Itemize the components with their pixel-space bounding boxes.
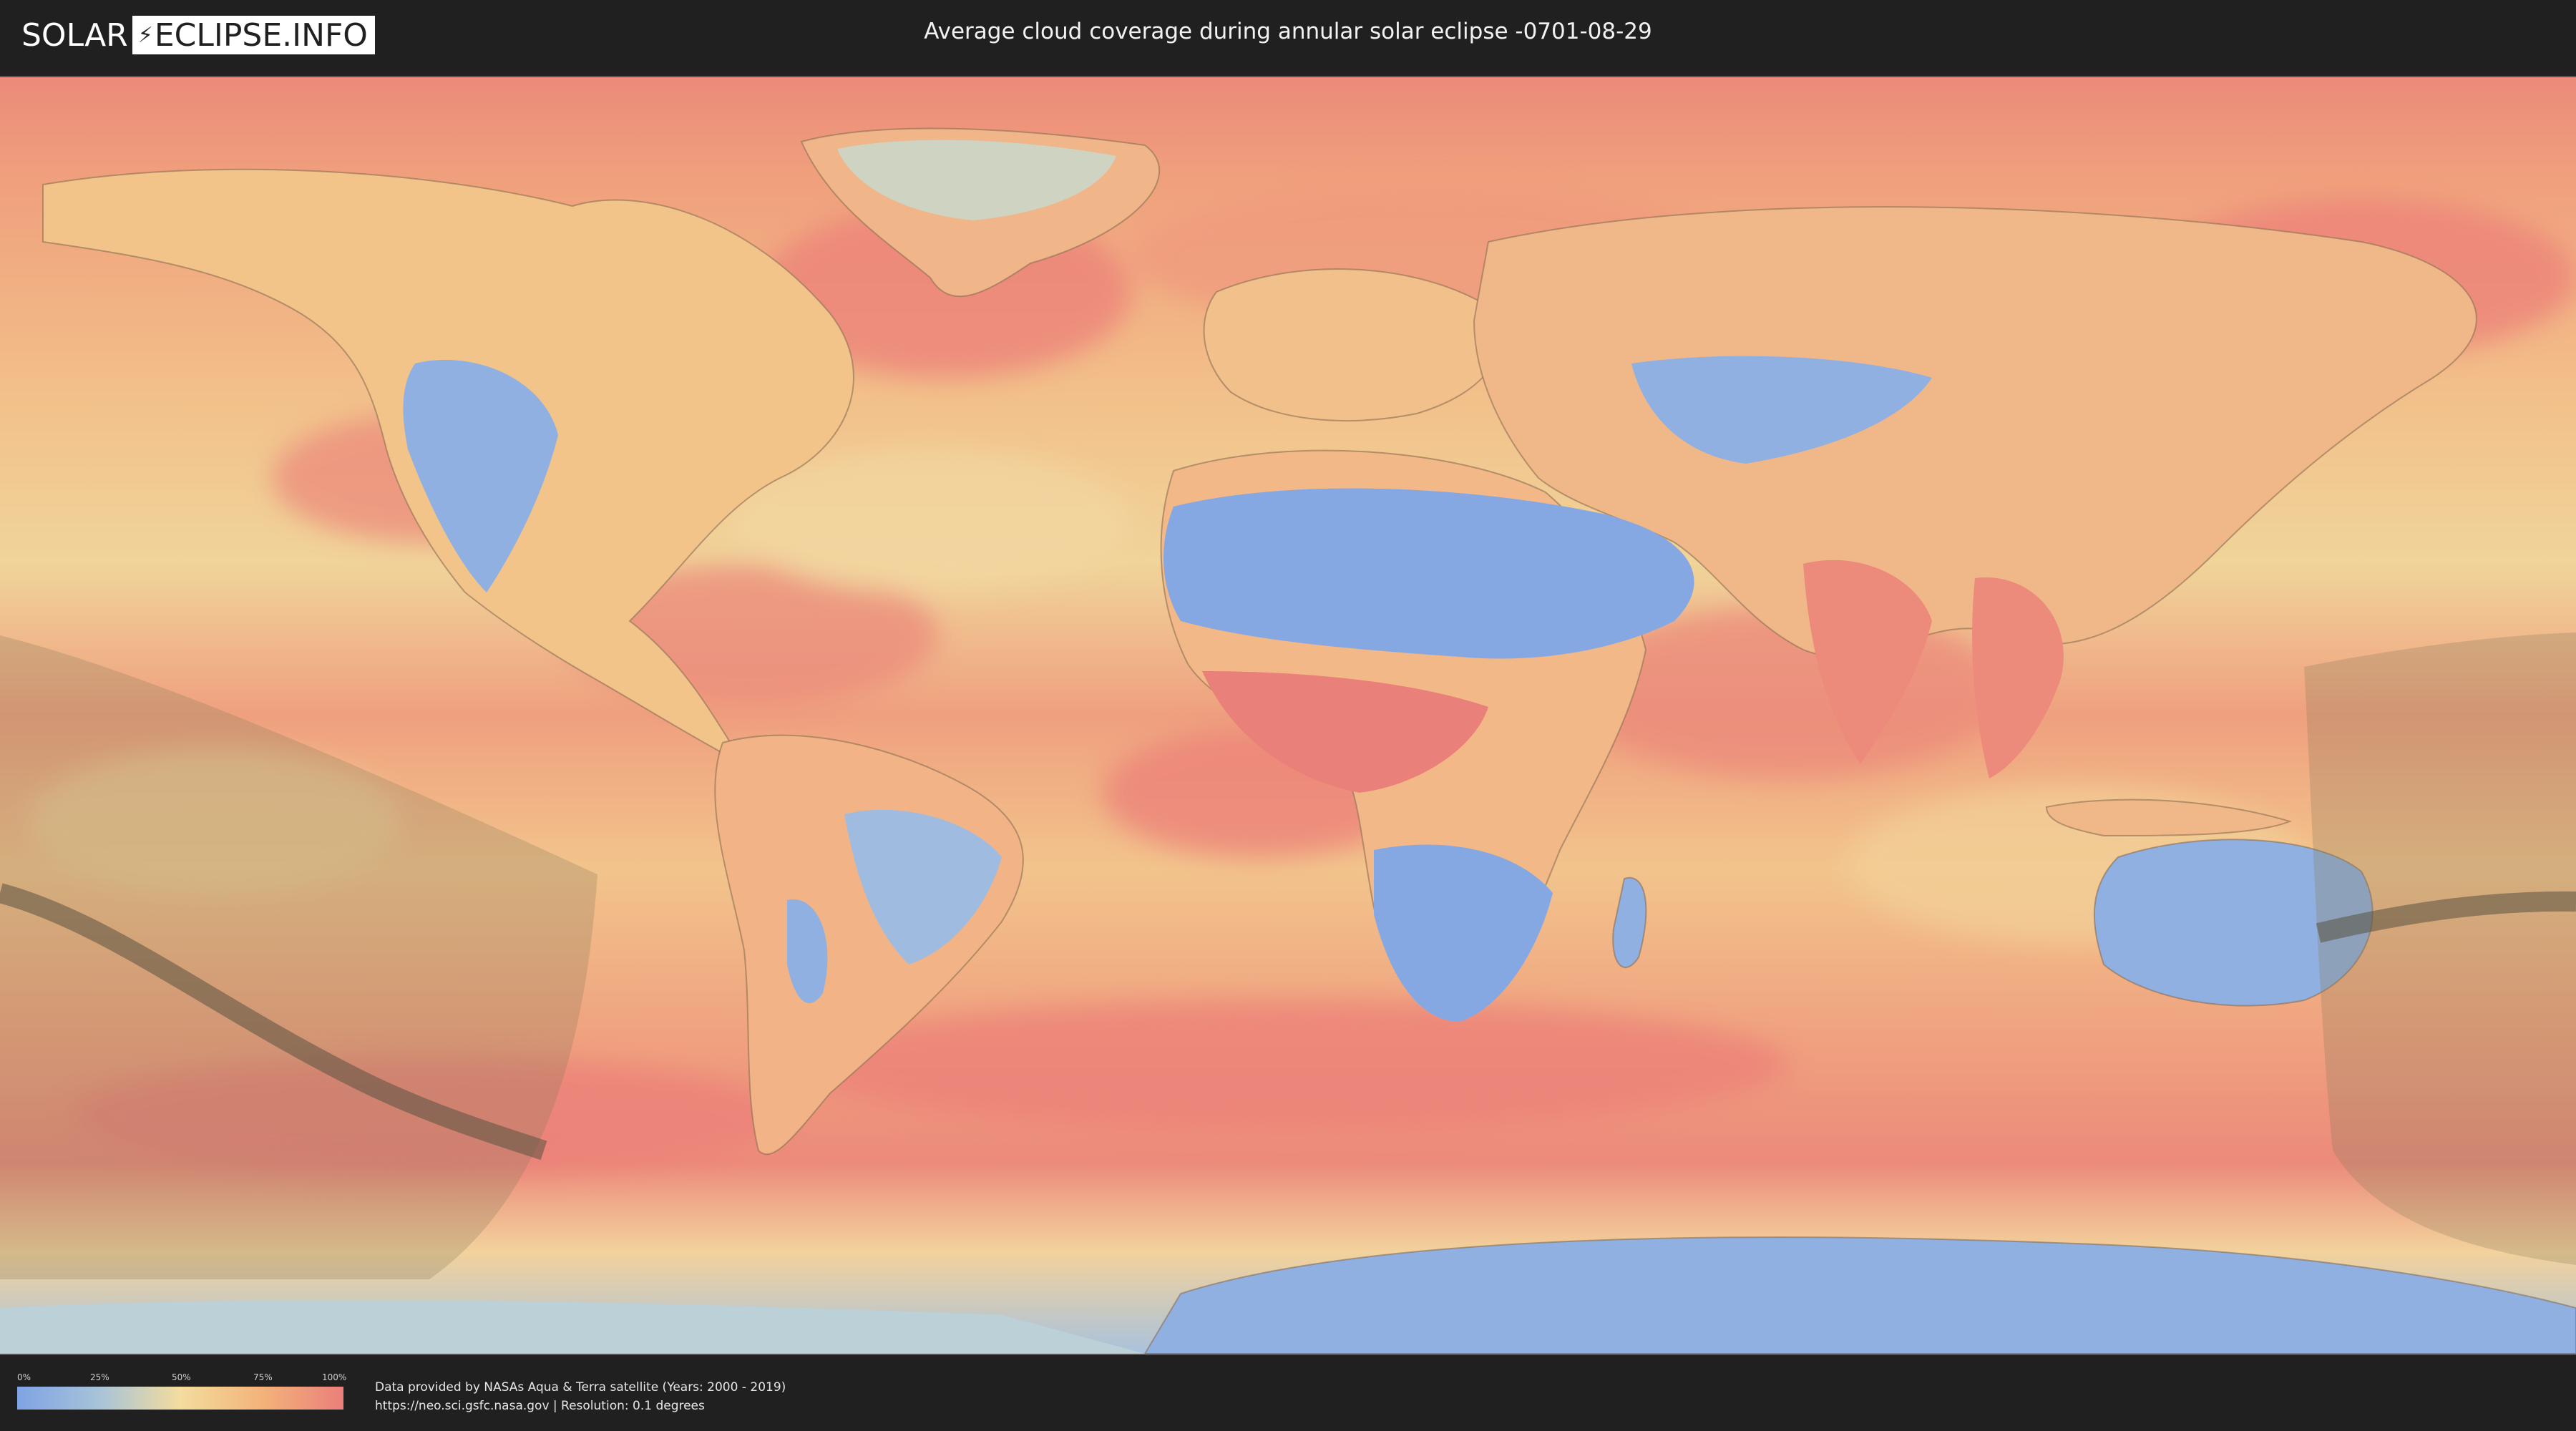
cloud-coverage-map[interactable] [0,76,2576,1355]
legend-tick-25: 25% [90,1372,109,1382]
legend-tick-50: 50% [172,1372,191,1382]
legend-ticks: 0% 25% 50% 75% 100% [17,1372,347,1384]
credit-line-url[interactable]: https://neo.sci.gsfc.nasa.gov | Resoluti… [375,1397,786,1415]
legend-tick-100: 100% [322,1372,347,1382]
legend-gradient-bar [17,1387,343,1410]
credit-line-source: Data provided by NASAs Aqua & Terra sate… [375,1380,786,1395]
page-title: Average cloud coverage during annular so… [924,19,1652,44]
legend-tick-75: 75% [253,1372,273,1382]
footer-bar: 0% 25% 50% 75% 100% Data provided by NAS… [0,1357,2576,1431]
europe [1203,268,1501,421]
legend-tick-0: 0% [17,1372,31,1382]
cloud-coverage-legend: 0% 25% 50% 75% 100% [17,1372,347,1410]
header-bar: SOLAR ⚡ ECLIPSE.INFO Average cloud cover… [0,0,2576,72]
data-credits: Data provided by NASAs Aqua & Terra sate… [375,1378,786,1415]
